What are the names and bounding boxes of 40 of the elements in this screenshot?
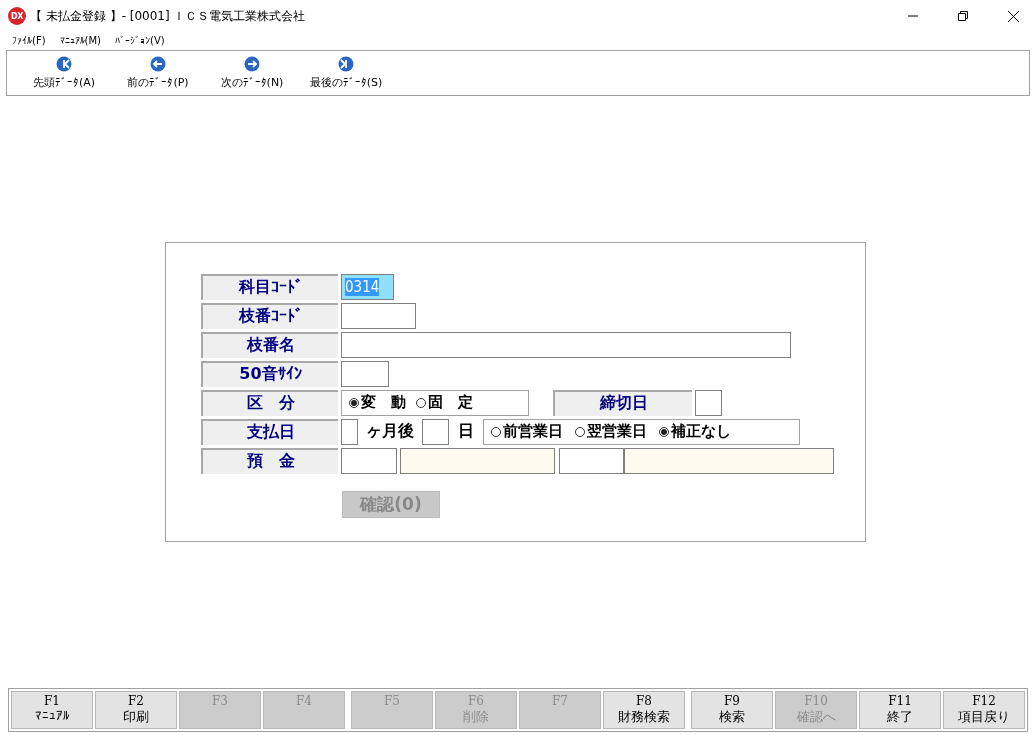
menu-item[interactable]: ﾊﾞｰｼﾞｮﾝ(V): [115, 34, 165, 46]
menu-item[interactable]: ﾌｧｲﾙ(F): [12, 34, 46, 46]
input-field[interactable]: [341, 418, 358, 445]
field-label: 枝番名: [201, 331, 338, 358]
radio-option[interactable]: 固 定: [416, 393, 473, 412]
toolbar-button[interactable]: 前のﾃﾞｰﾀ(P): [111, 51, 205, 95]
function-key[interactable]: F8 財務検索: [603, 691, 685, 729]
input-field[interactable]: [422, 418, 449, 445]
input-field[interactable]: [695, 389, 722, 416]
toolbar-button[interactable]: 次のﾃﾞｰﾀ(N): [205, 51, 299, 95]
field-label: 科目ｺｰﾄﾞ: [201, 273, 338, 300]
menu-item[interactable]: ﾏﾆｭｱﾙ(M): [59, 34, 101, 46]
input-field[interactable]: [341, 302, 416, 329]
function-key[interactable]: F11 終了: [859, 691, 941, 729]
field-label: 締切日: [553, 389, 692, 416]
radio-option[interactable]: 補正なし: [659, 422, 731, 441]
input-field[interactable]: [624, 447, 834, 474]
day-text: 日: [458, 421, 474, 442]
input-field[interactable]: [559, 447, 624, 474]
field-label: 預 金: [201, 447, 338, 474]
months-after-text: ヶ月後: [366, 421, 414, 442]
toolbar-button[interactable]: 先頭ﾃﾞｰﾀ(A): [17, 51, 111, 95]
window-title: 【 未払金登録 】- [0001] ＩＣＳ電気工業株式会社: [30, 7, 307, 25]
radio-option[interactable]: 変 動: [349, 393, 406, 412]
input-field[interactable]: [341, 360, 389, 387]
field-label: 枝番ｺｰﾄﾞ: [201, 302, 338, 329]
app-logo: DX: [8, 7, 26, 25]
field-label: 50音ｻｲﾝ: [201, 360, 338, 387]
input-field[interactable]: [341, 447, 397, 474]
field-label: 支払日: [201, 418, 338, 445]
function-key[interactable]: F9 検索: [691, 691, 773, 729]
function-key[interactable]: F12 項目戻り: [943, 691, 1025, 729]
toolbar-button[interactable]: 最後のﾃﾞｰﾀ(S): [299, 51, 393, 95]
field-label: 区 分: [201, 389, 338, 416]
function-key[interactable]: F2 印刷: [95, 691, 177, 729]
input-field[interactable]: [341, 331, 791, 358]
input-field[interactable]: [400, 447, 555, 474]
function-key[interactable]: F1 ﾏﾆｭｱﾙ: [11, 691, 93, 729]
radio-option[interactable]: 前営業日: [491, 422, 563, 441]
radio-option[interactable]: 翌営業日: [575, 422, 647, 441]
